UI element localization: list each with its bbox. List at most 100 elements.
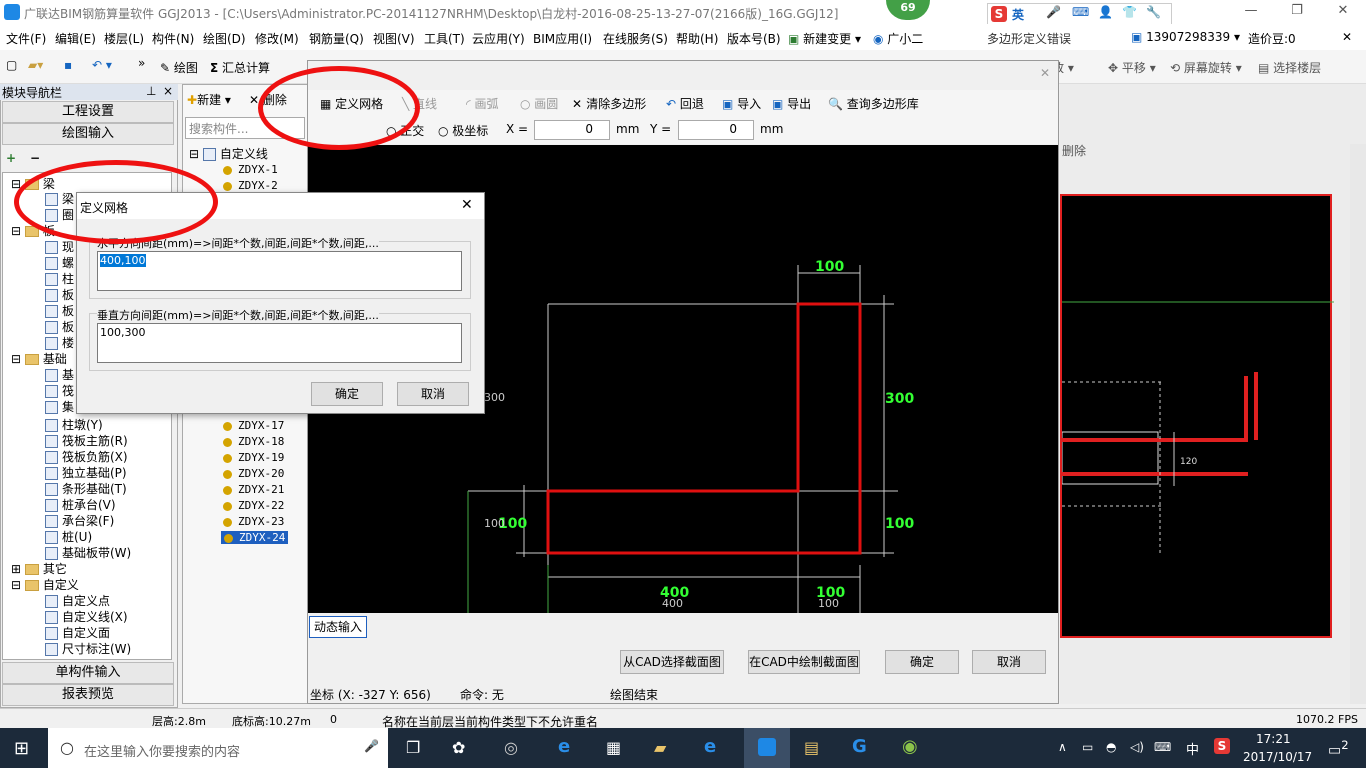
tree-item-strip-footing[interactable]: 条形基础(T): [45, 480, 127, 497]
list-item[interactable]: ZDYX-22: [223, 499, 284, 512]
editor-cancel-button[interactable]: 取消: [972, 650, 1046, 674]
menu-tools[interactable]: 工具(T): [424, 30, 465, 47]
menu-guangxiaoer[interactable]: ◉ 广小二: [873, 30, 923, 47]
list-item[interactable]: ZDYX-18: [223, 435, 284, 448]
menu-bim[interactable]: BIM应用(I): [533, 30, 592, 47]
project-settings-button[interactable]: 工程设置: [2, 101, 174, 123]
polygon-outline[interactable]: [546, 302, 862, 555]
notes-icon[interactable]: ▤: [804, 738, 819, 757]
tree-item-custom-point[interactable]: 自定义点: [45, 592, 110, 609]
select-floor-button[interactable]: ▤ 选择楼层: [1258, 59, 1321, 76]
ie-icon[interactable]: e: [704, 736, 716, 757]
circle-button[interactable]: ○ 画圆: [520, 95, 558, 112]
more-icon[interactable]: »: [138, 56, 145, 70]
app-icon[interactable]: ◎: [504, 738, 518, 757]
menu-new-change[interactable]: ▣ 新建变更 ▾: [788, 30, 861, 47]
sum-button[interactable]: Σ 汇总计算: [210, 59, 270, 76]
network-icon[interactable]: ◓: [1106, 740, 1116, 754]
menu-online[interactable]: 在线服务(S): [603, 30, 668, 47]
list-item[interactable]: ZDYX-23: [223, 515, 284, 528]
tree-item-cap-beam[interactable]: 承台梁(F): [45, 512, 114, 529]
collapse-all-icon[interactable]: −: [30, 151, 40, 165]
list-item[interactable]: ZDYX-17: [223, 419, 284, 432]
active-app-slot[interactable]: [744, 728, 790, 768]
dialog-cancel-button[interactable]: 取消: [397, 382, 469, 406]
editor-ok-button[interactable]: 确定: [885, 650, 959, 674]
list-item[interactable]: ZDYX-2: [223, 179, 278, 192]
sogou-tray-icon[interactable]: S: [1214, 738, 1230, 754]
list-item-selected[interactable]: ZDYX-24: [221, 531, 289, 544]
close-button[interactable]: ✕: [1320, 0, 1366, 24]
list-item[interactable]: ZDYX-20: [223, 467, 284, 480]
ime-toolbar[interactable]: S 英 🎤 ⌨ 👤 👕 🔧: [987, 3, 1172, 25]
menu-component[interactable]: 构件(N): [152, 30, 194, 47]
menu-draw[interactable]: 绘图(D): [203, 30, 246, 47]
open-icon[interactable]: ▰▾: [28, 58, 43, 72]
expand-all-icon[interactable]: +: [6, 151, 16, 165]
dialog-ok-button[interactable]: 确定: [311, 382, 383, 406]
tree-item-dimension[interactable]: 尺寸标注(W): [45, 640, 131, 657]
menu-rebar[interactable]: 钢筋量(Q): [309, 30, 364, 47]
price-beans[interactable]: 造价豆:0: [1248, 30, 1296, 47]
taskbar-search-box[interactable]: ○ 在这里输入你要搜索的内容 🎤: [48, 728, 388, 768]
list-item[interactable]: ZDYX-1: [223, 163, 278, 176]
save-icon[interactable]: ▪: [64, 58, 72, 72]
tree-folder-custom[interactable]: ⊟ 自定义: [11, 576, 79, 593]
tree-folder-foundation[interactable]: ⊟ 基础: [11, 350, 67, 367]
shirt-icon[interactable]: 👕: [1122, 5, 1137, 19]
query-polygon-library-button[interactable]: 🔍 查询多边形库: [828, 95, 919, 112]
draw-button[interactable]: ✎ 绘图: [160, 59, 198, 76]
x-input[interactable]: 0: [534, 120, 610, 140]
polar-radio[interactable]: ○ 极坐标: [438, 122, 488, 139]
notification-icon[interactable]: ▭2: [1328, 738, 1349, 759]
tree-root-custom-line[interactable]: ⊟ 自定义线: [189, 145, 268, 162]
app-icon[interactable]: G: [852, 736, 867, 757]
minimize-button[interactable]: —: [1228, 0, 1274, 24]
ime-lang[interactable]: 英: [1012, 6, 1024, 23]
drawing-input-button[interactable]: 绘图输入: [2, 123, 174, 145]
tree-item-pile-cap[interactable]: 桩承台(V): [45, 496, 116, 513]
new-file-icon[interactable]: ▢: [6, 58, 17, 72]
mic-icon[interactable]: 🎤: [1046, 5, 1061, 19]
tree-item-foundation-strip[interactable]: 基础板带(W): [45, 544, 131, 561]
wrench-icon[interactable]: 🔧: [1146, 5, 1161, 19]
tree-item-pile[interactable]: 桩(U): [45, 528, 92, 545]
keyboard-icon[interactable]: ⌨: [1154, 740, 1171, 754]
horizontal-spacing-input[interactable]: 400,100: [97, 251, 462, 291]
menu-view[interactable]: 视图(V): [373, 30, 415, 47]
task-view-icon[interactable]: ❐: [406, 738, 420, 757]
tray-icon[interactable]: ▭: [1082, 740, 1093, 754]
menu-cloud[interactable]: 云应用(Y): [472, 30, 525, 47]
select-from-cad-button[interactable]: 从CAD选择截面图: [620, 650, 724, 674]
tree-item-isolated-footing[interactable]: 独立基础(P): [45, 464, 127, 481]
menu-edit[interactable]: 编辑(E): [55, 30, 96, 47]
draw-in-cad-button[interactable]: 在CAD中绘制截面图: [748, 650, 860, 674]
edge-icon[interactable]: e: [558, 736, 570, 757]
arc-button[interactable]: ◜ 画弧: [466, 95, 498, 112]
new-component-button[interactable]: ✚新建 ▾: [187, 91, 231, 108]
tree-item-custom-face[interactable]: 自定义面: [45, 624, 110, 641]
tree-item[interactable]: 基: [45, 366, 74, 383]
menu-floor[interactable]: 楼层(L): [104, 30, 144, 47]
pin-icon[interactable]: ⊥: [146, 84, 156, 98]
list-item[interactable]: ZDYX-21: [223, 483, 284, 496]
user-icon[interactable]: 👤: [1098, 5, 1113, 19]
close-doc-icon[interactable]: ✕: [1342, 30, 1352, 44]
volume-icon[interactable]: ◁): [1130, 740, 1144, 754]
dynamic-input-tab[interactable]: 动态输入: [309, 616, 367, 638]
list-item[interactable]: ZDYX-19: [223, 451, 284, 464]
y-input[interactable]: 0: [678, 120, 754, 140]
store-icon[interactable]: ▦: [606, 738, 621, 757]
tree-item[interactable]: 板: [45, 302, 74, 319]
menu-version[interactable]: 版本号(B): [727, 30, 781, 47]
single-component-input-button[interactable]: 单构件输入: [2, 662, 174, 684]
dialog-close-icon[interactable]: ✕: [461, 197, 473, 213]
tree-item[interactable]: 板: [45, 286, 74, 303]
rotate-button[interactable]: ⟲ 屏幕旋转 ▾: [1170, 59, 1242, 76]
mic-icon[interactable]: 🎤: [364, 739, 379, 753]
keyboard-icon[interactable]: ⌨: [1072, 5, 1089, 19]
tree-item[interactable]: 螺: [45, 254, 74, 271]
clear-polygon-button[interactable]: ✕ 清除多边形: [572, 95, 646, 112]
clock-date[interactable]: 2017/10/17: [1243, 750, 1312, 764]
undo-button[interactable]: ↶ 回退: [666, 95, 704, 112]
